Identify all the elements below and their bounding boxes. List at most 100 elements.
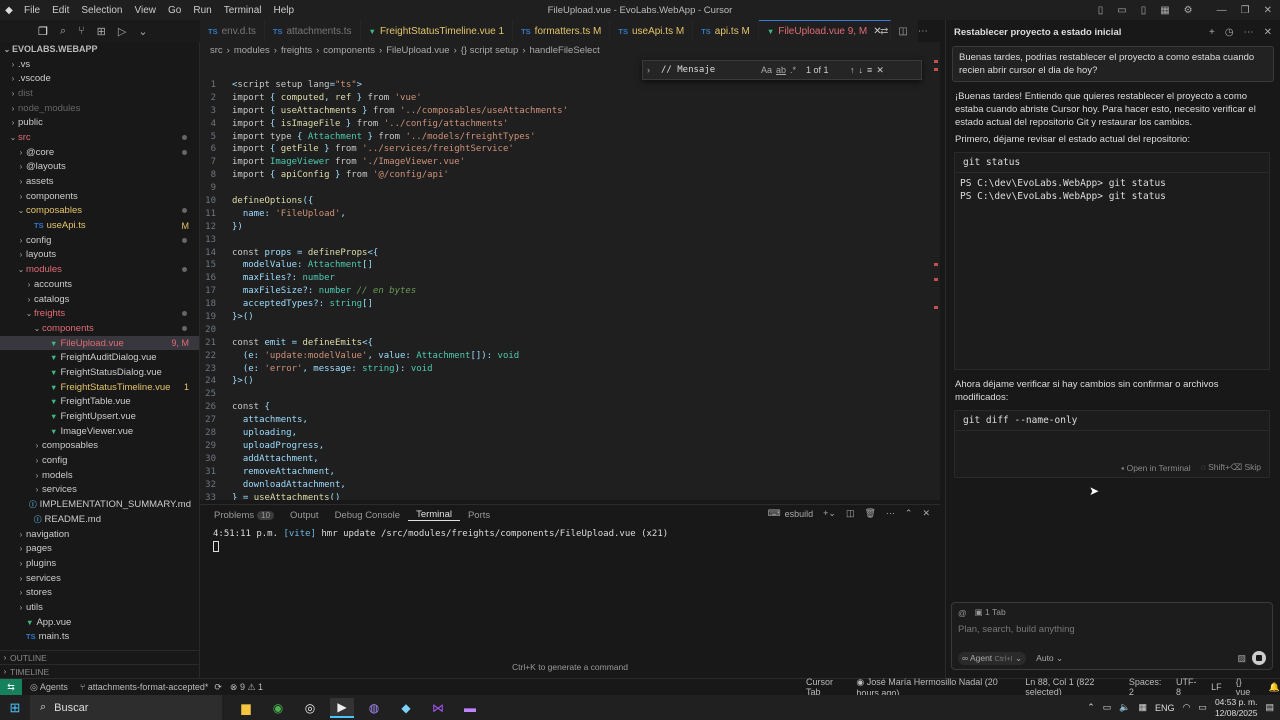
code-line[interactable]: 17 maxFileSize?: number // en bytes [200, 286, 940, 299]
toggle-panel-icon[interactable]: ▭ [1117, 5, 1126, 16]
remote-icon[interactable]: ⇆ [0, 679, 22, 695]
context-tab-chip[interactable]: ▣ 1 Tab [975, 607, 1006, 618]
code-line[interactable]: 18 acceptedTypes?: string[] [200, 299, 940, 312]
user-message[interactable]: Buenas tardes, podrias restablecer el pr… [952, 46, 1274, 82]
add-context-icon[interactable]: @ [958, 608, 967, 618]
tree-item[interactable]: ▼ FreightStatusDialog.vue [0, 365, 199, 380]
terminal-shell-name[interactable]: esbuild [785, 509, 814, 519]
code-line[interactable]: 22 (e: 'update:modelValue', value: Attac… [200, 351, 940, 364]
code-line[interactable]: 12}) [200, 222, 940, 235]
agents-button[interactable]: ◎ Agents [30, 682, 68, 693]
model-selector[interactable]: Auto ⌄ [1036, 653, 1063, 664]
tree-item[interactable]: › .vs [0, 57, 199, 72]
menu-item-edit[interactable]: Edit [46, 5, 75, 16]
code-line[interactable]: 10 defineOptions({ [200, 196, 940, 209]
panel-tab-output[interactable]: Output [282, 510, 327, 521]
code-line[interactable]: 21 const emit = defineEmits<{ [200, 338, 940, 351]
code-line[interactable]: 2 import { computed, ref } from 'vue' [200, 93, 940, 106]
agent-mode-button[interactable]: ∞ Agent Ctrl+I ⌄ [958, 652, 1027, 665]
app-icon[interactable]: ◆ [394, 698, 418, 718]
breadcrumb-item[interactable]: handleFileSelect [529, 45, 599, 56]
chrome-icon[interactable]: ◉ [266, 698, 290, 718]
tree-item[interactable]: ⌄ freights [0, 306, 199, 321]
indentation[interactable]: Spaces: 2 [1129, 677, 1162, 697]
tree-item[interactable]: › plugins [0, 556, 199, 571]
code-line[interactable]: 33} = useAttachments() [200, 493, 940, 501]
code-line[interactable]: 14 const props = defineProps<{ [200, 248, 940, 261]
previous-match-icon[interactable]: ↑ [850, 65, 855, 75]
find-input[interactable]: // Mensaje [661, 65, 757, 75]
code-editor[interactable]: 1 <script setup lang="ts"> 2 import { compu… [200, 58, 940, 500]
tree-item[interactable]: › models [0, 468, 199, 483]
more-options-icon[interactable]: ⋯ [1244, 27, 1254, 38]
tree-item[interactable]: ⓘ README.md [0, 512, 199, 527]
editor-tab[interactable]: TS attachments.ts [265, 20, 361, 42]
menu-item-help[interactable]: Help [268, 5, 301, 16]
notifications-icon[interactable]: 🔔 [1269, 682, 1280, 693]
tree-item[interactable]: › node_modules [0, 101, 199, 116]
cursor-position[interactable]: Ln 88, Col 1 (822 selected) [1025, 677, 1115, 697]
code-line[interactable]: 24}>() [200, 376, 940, 389]
tree-item[interactable]: ▼ App.vue [0, 615, 199, 630]
language-mode[interactable]: {} vue [1236, 677, 1255, 697]
menu-item-run[interactable]: Run [187, 5, 217, 16]
tree-item[interactable]: › config [0, 453, 199, 468]
history-icon[interactable]: ◷ [1225, 27, 1234, 38]
menu-item-go[interactable]: Go [162, 5, 187, 16]
next-match-icon[interactable]: ↓ [859, 65, 864, 75]
end-of-line[interactable]: LF [1211, 682, 1222, 692]
menu-item-view[interactable]: View [129, 5, 163, 16]
breadcrumb-item[interactable]: {} script setup [461, 45, 519, 56]
breadcrumb-item[interactable]: modules [234, 45, 270, 56]
tree-item[interactable]: › @core [0, 145, 199, 160]
terminal-output[interactable]: 4:51:11 p.m. [vite] hmr update /src/modu… [200, 525, 940, 556]
source-control-icon[interactable]: ⑂ [78, 25, 85, 37]
chat-input[interactable]: Plan, search, build anything [952, 622, 1272, 637]
code-line[interactable]: 27 attachments, [200, 415, 940, 428]
kill-terminal-icon[interactable]: 🗑 [864, 508, 875, 519]
tree-item[interactable]: ▼ FreightUpsert.vue [0, 409, 199, 424]
maximize-panel-icon[interactable]: ⌃ [905, 508, 913, 519]
match-case-icon[interactable]: Aa [761, 65, 772, 75]
code-line[interactable]: 26 const { [200, 402, 940, 415]
close-find-icon[interactable]: ✕ [876, 65, 884, 76]
code-line[interactable]: 19}>() [200, 312, 940, 325]
explorer-icon[interactable]: ❐ [38, 25, 48, 38]
editor-tab[interactable]: TS env.d.ts [200, 20, 265, 42]
cursor-app-icon[interactable]: ▶ [330, 697, 354, 718]
tree-item[interactable]: ⌄ modules [0, 262, 199, 277]
open-in-terminal-button[interactable]: ▪ Open in Terminal [1121, 463, 1190, 473]
sync-icon[interactable]: ⟳ [214, 682, 222, 693]
github-icon[interactable]: ◎ [298, 698, 322, 718]
split-terminal-icon[interactable]: ◫ [846, 508, 855, 519]
panel-tab-ports[interactable]: Ports [460, 510, 498, 521]
wifi-icon[interactable]: ◠ [1183, 702, 1191, 713]
skip-button[interactable]: ◌ Shift+⌫ Skip [1201, 462, 1261, 473]
code-line[interactable]: 1 <script setup lang="ts"> [200, 80, 940, 93]
breadcrumb-item[interactable]: freights [281, 45, 312, 56]
close-panel-icon[interactable]: ✕ [922, 508, 930, 519]
tree-item[interactable]: ▼ ImageViewer.vue [0, 424, 199, 439]
panel-tab-problems[interactable]: Problems 10 [206, 510, 282, 521]
stop-button[interactable] [1252, 651, 1266, 665]
tree-item[interactable]: › utils [0, 600, 199, 615]
regex-icon[interactable]: .* [790, 65, 796, 75]
tree-item[interactable]: ▼ FreightAuditDialog.vue [0, 350, 199, 365]
editor-tab[interactable]: TS useApi.ts M [610, 20, 694, 42]
breadcrumb-item[interactable]: components [323, 45, 375, 56]
close-window-button[interactable]: ✕ [1264, 5, 1272, 16]
editor-tab[interactable]: ▼ FreightStatusTimeline.vue 1 [361, 20, 514, 42]
editor-tab[interactable]: TS formatters.ts M [513, 20, 611, 42]
encoding[interactable]: UTF-8 [1176, 677, 1197, 697]
tree-item[interactable]: TS useApi.ts M [0, 218, 199, 233]
code-line[interactable]: 4 import { isImageFile } from '../config/… [200, 119, 940, 132]
windows-start-icon[interactable]: ⊞ [0, 700, 30, 716]
tree-item[interactable]: › stores [0, 585, 199, 600]
tree-item[interactable]: › components [0, 189, 199, 204]
tree-item[interactable]: › services [0, 483, 199, 498]
code-line[interactable]: 30 addAttachment, [200, 454, 940, 467]
menu-item-terminal[interactable]: Terminal [218, 5, 268, 16]
tree-item[interactable]: ▼ FreightTable.vue [0, 395, 199, 410]
tree-item[interactable]: › @layouts [0, 160, 199, 175]
tree-item[interactable]: › composables [0, 439, 199, 454]
